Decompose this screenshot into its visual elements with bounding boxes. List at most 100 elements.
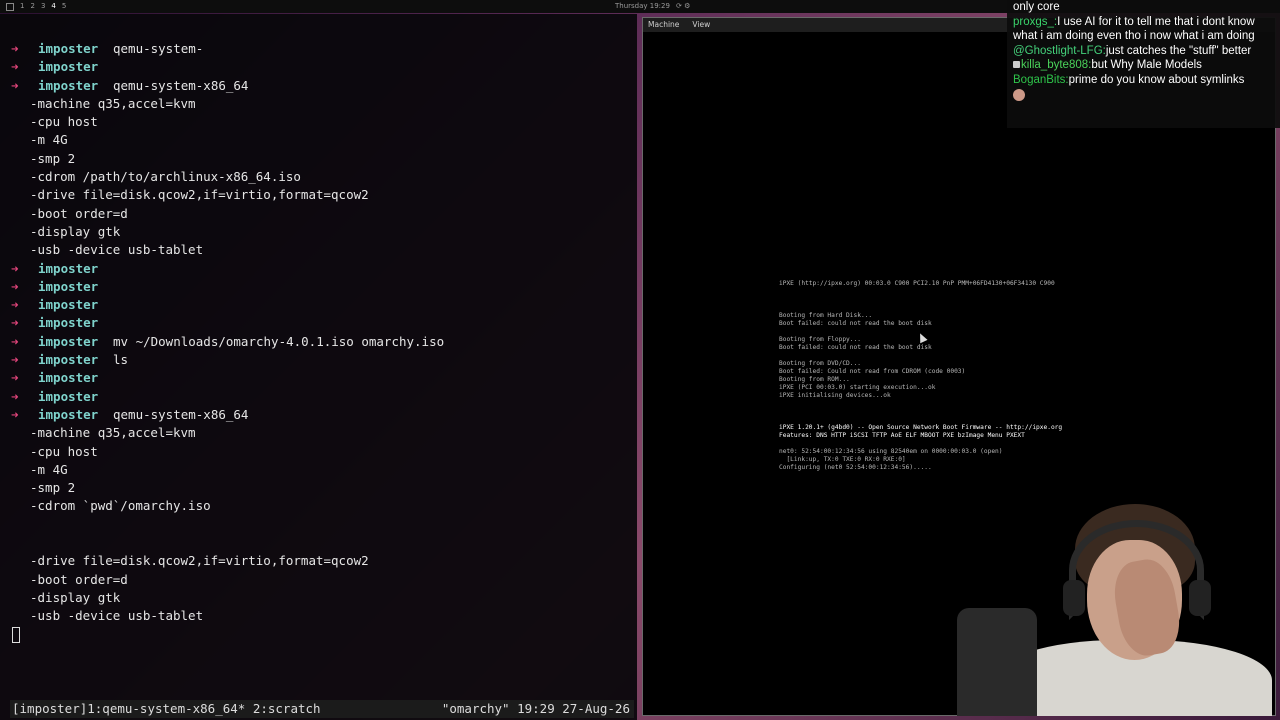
prompt-directory: imposter xyxy=(38,41,99,56)
boot-line: iPXE 1.20.1+ (g4bd0) -- Open Source Netw… xyxy=(779,424,1063,431)
command-argument: -m 4G xyxy=(30,132,68,148)
command-text: qemu-system- xyxy=(113,41,204,56)
prompt-arrow-icon: ➜ xyxy=(11,370,19,386)
boot-line xyxy=(779,408,1199,416)
prompt-arrow-icon: ➜ xyxy=(11,297,19,313)
chat-text: prime do you know about symlinks xyxy=(1068,73,1245,86)
workspace-5[interactable]: 5 xyxy=(62,0,66,13)
terminal-line: ➜ imposter ls xyxy=(0,351,637,369)
prompt-arrow-icon: ➜ xyxy=(11,352,19,368)
chat-text: but Why Male Models xyxy=(1091,59,1202,71)
boot-line: iPXE initialising devices...ok xyxy=(779,392,891,399)
command-argument: -usb -device usb-tablet xyxy=(30,242,204,258)
prompt-arrow-icon: ➜ xyxy=(11,260,19,276)
prompt-directory: imposter xyxy=(38,315,99,331)
command-argument: -smp 2 xyxy=(30,480,76,496)
prompt-directory: imposter xyxy=(38,77,99,93)
boot-line xyxy=(779,328,1199,336)
command-text: mv ~/Downloads/omarchy-4.0.1.iso omarchy… xyxy=(113,333,445,349)
terminal-line: -drive file=disk.qcow2,if=virtio,format=… xyxy=(0,552,637,570)
workspace-1[interactable]: 1 xyxy=(20,0,24,13)
chat-badge-icon xyxy=(1013,61,1020,68)
terminal-line: ➜ imposter xyxy=(0,388,637,406)
terminal-output: ➜ imposter qemu-system- ➜ imposter ➜ imposter q… xyxy=(0,40,637,626)
terminal-line: -machine q35,accel=kvm xyxy=(0,424,637,442)
workspace-3[interactable]: 3 xyxy=(41,0,45,13)
terminal-line: -m 4G xyxy=(0,131,637,149)
command-argument: -display gtk xyxy=(30,589,121,605)
command-text: ls xyxy=(113,352,129,368)
chat-message: BoganBits:prime do you know about symlin… xyxy=(1007,73,1280,88)
boot-line: Booting from DVD/CD... xyxy=(779,360,861,367)
microphone-icon xyxy=(957,608,1037,716)
menu-machine[interactable]: Machine xyxy=(648,20,679,29)
boot-line xyxy=(779,416,1199,424)
terminal-line: ➜ imposter xyxy=(0,296,637,314)
boot-line: Booting from Floppy... xyxy=(779,336,861,343)
command-argument: -display gtk xyxy=(30,223,121,239)
command-argument: -cdrom `pwd`/omarchy.iso xyxy=(30,498,211,514)
command-argument: -machine q35,accel=kvm xyxy=(30,425,196,441)
terminal-line: -m 4G xyxy=(0,461,637,479)
prompt-arrow-icon: ➜ xyxy=(11,77,19,93)
terminal-line: -cdrom `pwd`/omarchy.iso xyxy=(0,497,637,515)
terminal-line: -usb -device usb-tablet xyxy=(0,241,637,259)
workspace-4[interactable]: 4 xyxy=(51,0,55,13)
prompt-arrow-icon: ➜ xyxy=(11,59,19,75)
prompt-directory: imposter xyxy=(38,278,99,294)
prompt-arrow-icon: ➜ xyxy=(11,333,19,349)
boot-line: [Link:up, TX:0 TXE:0 RX:0 RXE:0] xyxy=(779,456,906,463)
terminal-line: -machine q35,accel=kvm xyxy=(0,95,637,113)
terminal-window[interactable]: ➜ imposter qemu-system- ➜ imposter ➜ imposter q… xyxy=(0,14,637,720)
prompt-directory: imposter xyxy=(38,406,99,422)
stream-chat-overlay: only core proxgs_:I use AI for it to tell… xyxy=(1007,0,1280,128)
boot-line: Features: DNS HTTP iSCSI TFTP AoE ELF MB… xyxy=(779,432,1025,439)
clock: Thursday 19:29 xyxy=(615,2,670,10)
webcam-feed xyxy=(957,490,1276,716)
boot-console: iPXE (http://ipxe.org) 00:03.0 C900 PCI2… xyxy=(779,280,1199,472)
command-argument: -usb -device usb-tablet xyxy=(30,608,204,624)
boot-line: Booting from ROM... xyxy=(779,376,850,383)
command-argument: -drive file=disk.qcow2,if=virtio,format=… xyxy=(30,187,369,203)
headphones-icon xyxy=(1069,520,1204,620)
prompt-directory: imposter xyxy=(38,370,99,386)
chat-username: BoganBits: xyxy=(1013,73,1069,86)
chat-text: just catches the "stuff" better xyxy=(1105,44,1252,57)
command-argument: -cpu host xyxy=(30,114,98,130)
emote-icon xyxy=(1013,89,1025,101)
boot-line xyxy=(779,304,1199,312)
terminal-line: -display gtk xyxy=(0,589,637,607)
terminal-line: -usb -device usb-tablet xyxy=(0,607,637,625)
menu-view[interactable]: View xyxy=(692,20,710,29)
tmux-windows[interactable]: [imposter]1:qemu-system-x86_64* 2:scratc… xyxy=(12,700,321,718)
terminal-line: -cdrom /path/to/archlinux-x86_64.iso xyxy=(0,168,637,186)
terminal-line: ➜ imposter xyxy=(0,58,637,76)
command-argument: -boot order=d xyxy=(30,571,128,587)
terminal-line: ➜ imposter xyxy=(0,314,637,332)
command-argument: -machine q35,accel=kvm xyxy=(30,95,196,111)
command-argument: -drive file=disk.qcow2,if=virtio,format=… xyxy=(30,553,369,569)
boot-line: Booting from Hard Disk... xyxy=(779,312,873,319)
terminal-line: ➜ imposter mv ~/Downloads/omarchy-4.0.1.is… xyxy=(0,333,637,351)
terminal-line: -display gtk xyxy=(0,223,637,241)
terminal-line: -cpu host xyxy=(0,443,637,461)
prompt-directory: imposter xyxy=(38,352,99,368)
prompt-arrow-icon: ➜ xyxy=(11,278,19,294)
prompt-directory: imposter xyxy=(38,388,99,404)
terminal-line: -boot order=d xyxy=(0,205,637,223)
boot-line xyxy=(779,352,1199,360)
terminal-line: ➜ imposter qemu-system- xyxy=(0,40,637,58)
workspace-2[interactable]: 2 xyxy=(30,0,34,13)
command-argument: -cdrom /path/to/archlinux-x86_64.iso xyxy=(30,169,301,185)
command-argument: -boot order=d xyxy=(30,205,128,221)
tmux-status-bar: [imposter]1:qemu-system-x86_64* 2:scratc… xyxy=(10,700,634,718)
prompt-directory: imposter xyxy=(38,260,99,276)
headphone-left xyxy=(1063,580,1085,616)
boot-line: net0: 52:54:00:12:34:56 using 82540em on… xyxy=(779,448,1003,455)
command-text: qemu-system-x86_64 xyxy=(113,77,249,93)
boot-line: Configuring (net0 52:54:00:12:34:56)....… xyxy=(779,464,932,471)
prompt-arrow-icon: ➜ xyxy=(11,315,19,331)
prompt-directory: imposter xyxy=(38,297,99,313)
boot-line xyxy=(779,440,1199,448)
